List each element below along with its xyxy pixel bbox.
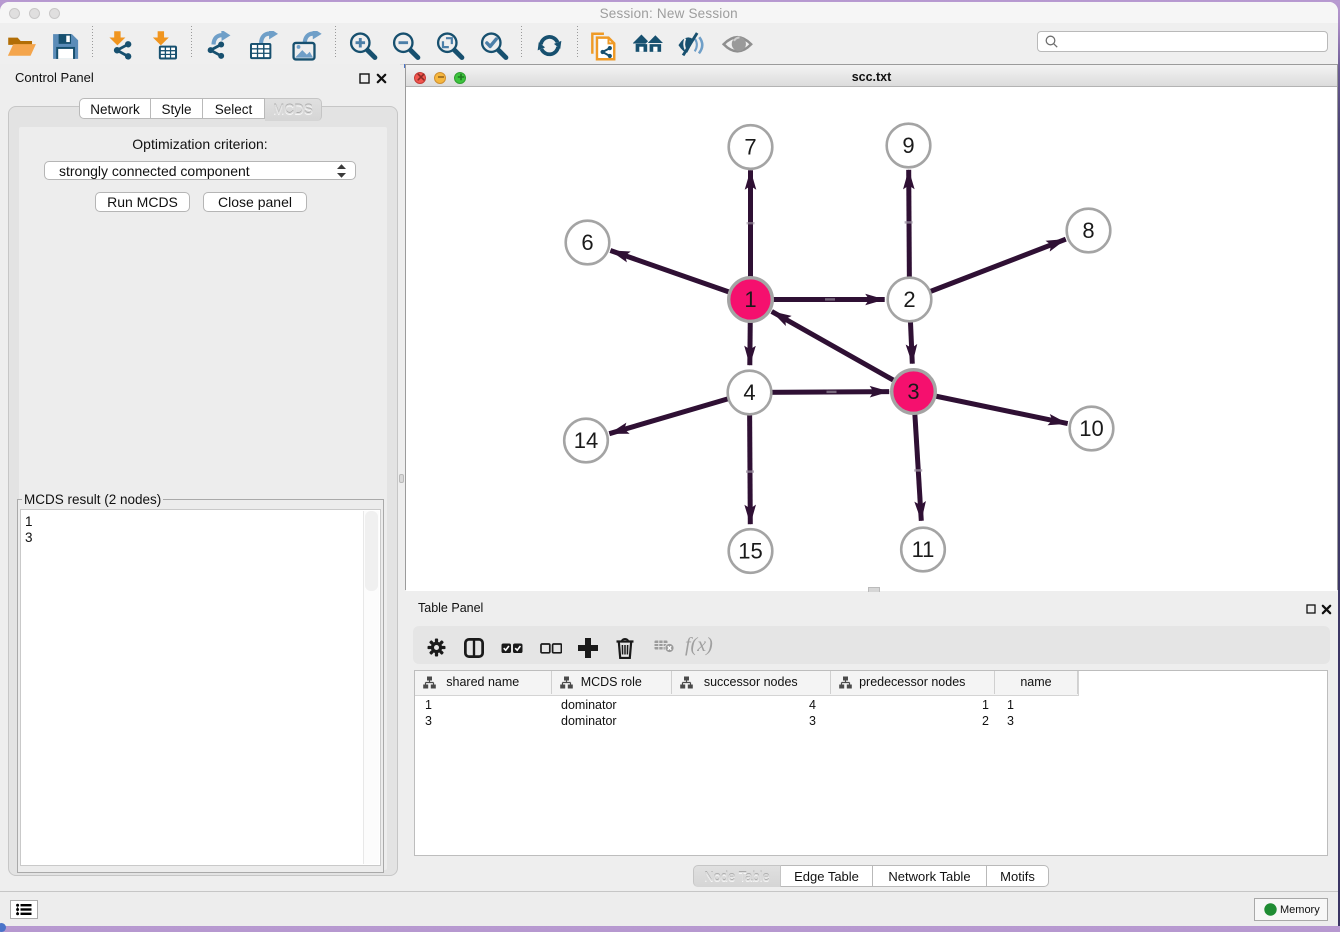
svg-text:2: 2 bbox=[903, 287, 915, 312]
svg-text:7: 7 bbox=[744, 134, 756, 159]
svg-text:14: 14 bbox=[574, 428, 598, 453]
svg-text:3: 3 bbox=[907, 379, 919, 404]
svg-text:15: 15 bbox=[738, 538, 762, 563]
svg-text:4: 4 bbox=[743, 380, 755, 405]
svg-text:11: 11 bbox=[912, 537, 935, 562]
svg-text:6: 6 bbox=[581, 230, 593, 255]
svg-text:9: 9 bbox=[902, 133, 914, 158]
svg-text:8: 8 bbox=[1082, 218, 1094, 243]
svg-text:1: 1 bbox=[744, 287, 756, 312]
svg-text:10: 10 bbox=[1079, 416, 1103, 441]
